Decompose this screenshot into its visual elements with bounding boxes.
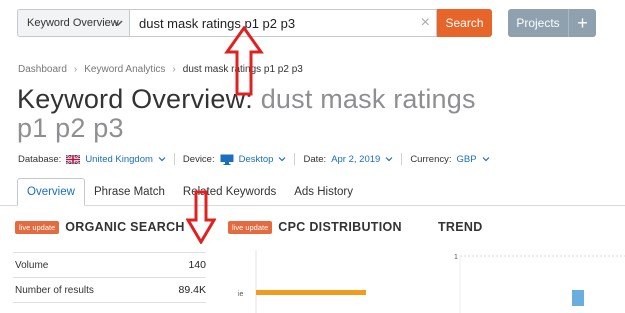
keyword-search-input[interactable]: dust mask ratings p1 p2 p3 ×	[130, 9, 437, 37]
desktop-icon	[220, 154, 234, 165]
database-label: Database:	[18, 153, 62, 165]
metric-label: Volume	[15, 259, 49, 271]
divider	[173, 153, 175, 165]
cpc-row-label: ie	[238, 291, 244, 298]
live-update-badge: live update	[15, 220, 60, 234]
filter-bar: Database: United Kingdom Device: Desktop…	[18, 153, 490, 165]
clear-icon[interactable]: ×	[421, 14, 430, 32]
trend-title: TREND	[438, 220, 483, 234]
date-value: Apr 2, 2019	[331, 153, 381, 165]
page-title-label: Keyword Overview:	[17, 84, 253, 114]
device-filter[interactable]: Device: Desktop	[183, 154, 287, 165]
breadcrumb-separator: ›	[172, 64, 176, 75]
cpc-distribution-header: live update CPC DISTRIBUTION	[228, 220, 402, 234]
breadcrumb-dashboard[interactable]: Dashboard	[18, 64, 67, 75]
database-filter[interactable]: Database: United Kingdom	[18, 154, 166, 165]
search-query: dust mask ratings p1 p2 p3	[139, 15, 296, 31]
database-value: United Kingdom	[85, 153, 153, 165]
uk-flag-icon	[66, 154, 81, 164]
report-type-select[interactable]: Keyword Overview	[17, 9, 130, 37]
chevron-down-icon	[482, 157, 489, 162]
device-label: Device:	[182, 153, 215, 165]
chevron-down-icon	[279, 157, 286, 162]
cpc-bar	[256, 290, 366, 295]
cpc-distribution-chart: ie	[238, 250, 366, 313]
trend-bar	[572, 290, 584, 306]
report-type-label: Keyword Overview	[27, 17, 119, 29]
projects-button[interactable]: Projects	[508, 9, 568, 37]
tab-phrase-match[interactable]: Phrase Match	[85, 178, 174, 206]
trend-axis-label: 1	[454, 254, 458, 261]
chevron-down-icon	[385, 157, 393, 162]
currency-label: Currency:	[410, 153, 452, 165]
chevron-down-icon	[158, 157, 166, 162]
currency-value: GBP	[456, 153, 477, 165]
cpc-distribution-title: CPC DISTRIBUTION	[278, 220, 402, 234]
tab-overview[interactable]: Overview	[17, 178, 85, 206]
live-update-badge: live update	[228, 220, 273, 234]
metrics-divider	[13, 302, 206, 303]
tab-ads-history[interactable]: Ads History	[285, 178, 362, 206]
metric-row-results: Number of results 89.4K	[13, 277, 206, 302]
arrow-down-icon	[186, 190, 216, 244]
device-value: Desktop	[238, 153, 274, 165]
search-button[interactable]: Search	[437, 9, 492, 37]
trend-chart: 1	[454, 254, 625, 313]
breadcrumb-keyword-analytics[interactable]: Keyword Analytics	[84, 64, 165, 75]
metric-value: 140	[188, 259, 206, 271]
metric-label: Number of results	[15, 284, 94, 296]
divider	[401, 153, 403, 165]
add-project-button[interactable]: +	[568, 9, 596, 37]
date-filter[interactable]: Date: Apr 2, 2019	[303, 154, 393, 165]
date-label: Date:	[303, 153, 327, 165]
divider	[294, 153, 296, 165]
trend-header: TREND	[438, 220, 483, 234]
organic-metrics: Volume 140 Number of results 89.4K	[13, 252, 206, 303]
organic-search-title: ORGANIC SEARCH	[65, 220, 185, 234]
metric-row-volume: Volume 140	[13, 252, 206, 277]
breadcrumb-separator: ›	[73, 64, 78, 75]
metric-value: 89.4K	[178, 284, 206, 296]
chevron-down-icon	[113, 20, 123, 27]
currency-filter[interactable]: Currency: GBP	[410, 154, 489, 165]
organic-search-header: live update ORGANIC SEARCH	[15, 220, 185, 234]
projects-group: Projects +	[508, 9, 596, 37]
arrow-up-icon	[224, 26, 264, 96]
